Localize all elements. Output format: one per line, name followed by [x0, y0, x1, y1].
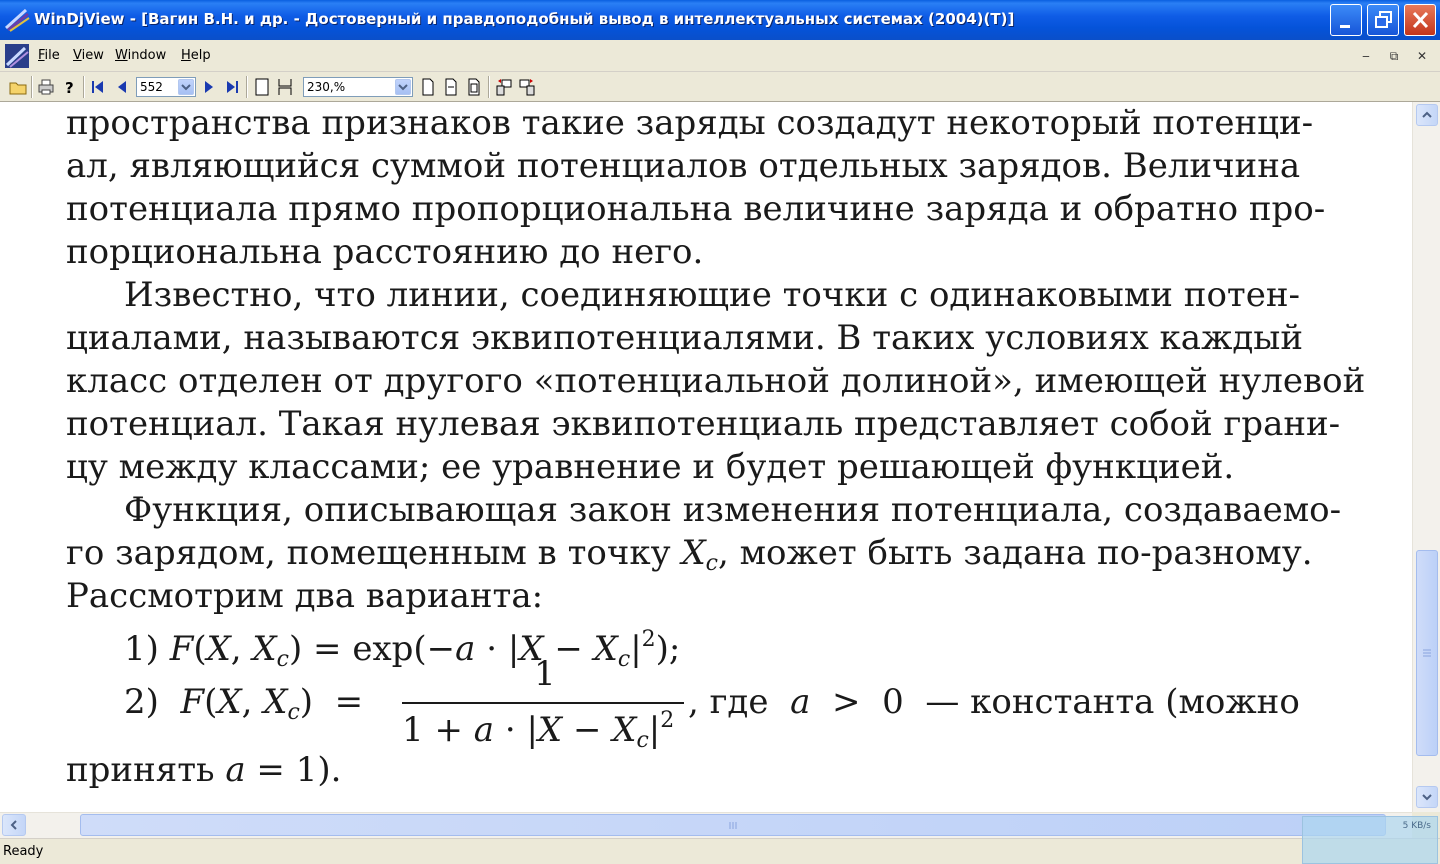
toolbar-separator	[83, 76, 85, 98]
rotate-right-icon	[519, 79, 535, 96]
title-bar: WinDjView - [Вагин В.Н. и др. - Достовер…	[0, 0, 1440, 40]
close-button[interactable]	[1404, 4, 1436, 36]
page-number-combo[interactable]: 552	[136, 77, 196, 97]
toolbar-separator	[31, 76, 33, 98]
toolbar-separator	[488, 76, 490, 98]
close-icon	[1412, 11, 1429, 29]
menu-file[interactable]: File	[38, 48, 60, 63]
rotate-left-icon	[496, 79, 512, 96]
formula-2-lhs: 2) F(X, Xc) =	[124, 682, 364, 725]
last-page-icon	[227, 81, 238, 93]
previous-page-icon	[118, 81, 126, 93]
horizontal-scroll-thumb[interactable]	[80, 814, 1386, 836]
text-line: порциональна расстоянию до него.	[66, 232, 704, 272]
fraction-numerator: 1	[534, 654, 556, 694]
first-page-button[interactable]	[88, 77, 108, 97]
page-content: пространства признаков такие заряды созд…	[66, 102, 1366, 672]
document-icon	[5, 44, 29, 68]
rotate-left-button[interactable]	[494, 77, 514, 97]
menu-bar: File View Window Help ‒ ⧉ ✕	[0, 40, 1440, 72]
open-file-button[interactable]	[8, 77, 28, 97]
windjview-app-icon	[4, 8, 30, 32]
mdi-minimize-icon[interactable]: ‒	[1358, 49, 1374, 63]
page-number-value: 552	[140, 80, 163, 94]
text-line: ал, являющийся суммой потенциалов отдель…	[66, 146, 1301, 186]
fit-page-button[interactable]	[464, 77, 484, 97]
menu-window[interactable]: Window	[115, 48, 166, 63]
page-icon	[422, 78, 434, 96]
actual-size-button[interactable]	[418, 77, 438, 97]
scroll-up-button[interactable]	[1416, 104, 1438, 126]
grip-icon	[729, 822, 737, 829]
text-line: пространства признаков такие заряды созд…	[66, 103, 1314, 143]
single-page-button[interactable]	[252, 77, 272, 97]
chevron-up-icon	[1422, 111, 1432, 118]
fraction-denominator: 1 + a · |X − Xc|2	[402, 708, 675, 753]
minimize-button[interactable]	[1330, 4, 1362, 36]
scroll-left-button[interactable]	[2, 814, 26, 836]
mdi-restore-icon[interactable]: ⧉	[1386, 49, 1402, 63]
chevron-down-icon[interactable]	[395, 79, 411, 95]
previous-page-button[interactable]	[112, 77, 132, 97]
horizontal-scrollbar[interactable]	[0, 812, 1412, 838]
next-page-icon	[205, 81, 213, 93]
next-page-button[interactable]	[199, 77, 219, 97]
formula-1: 1) F(X, Xc) = exp(−a · |X − Xc|2);	[124, 627, 681, 672]
zoom-combo[interactable]: 230,%	[303, 77, 413, 97]
fit-width-button[interactable]	[441, 77, 461, 97]
text-line: принять a = 1).	[66, 750, 342, 790]
continuous-pages-icon	[278, 79, 292, 95]
print-button[interactable]	[36, 77, 56, 97]
first-page-icon	[92, 81, 103, 93]
help-question-icon: ?	[65, 79, 74, 97]
help-button[interactable]: ?	[60, 77, 80, 97]
svg-text:?: ?	[65, 79, 74, 97]
single-page-icon	[255, 78, 269, 96]
restore-button[interactable]	[1367, 4, 1399, 36]
fraction-bar	[402, 702, 684, 704]
status-bar: Ready	[0, 838, 1440, 864]
last-page-button[interactable]	[222, 77, 242, 97]
vertical-scrollbar[interactable]	[1412, 102, 1440, 812]
grip-icon	[1423, 649, 1431, 657]
continuous-button[interactable]	[275, 77, 295, 97]
text-line: го зарядом, помещенным в точку Xc, может…	[66, 533, 1313, 576]
text-line: Функция, описывающая закон изменения пот…	[124, 490, 1342, 530]
text-line: Известно, что линии, соединяющие точки с…	[124, 275, 1300, 315]
text-line: цу между классами; ее уравнение и будет …	[66, 447, 1235, 487]
menu-help[interactable]: Help	[181, 48, 211, 63]
network-meter: 5 KB/s	[1302, 816, 1438, 864]
text-line: циалами, называются эквипотенциалями. В …	[66, 318, 1303, 358]
open-folder-icon	[9, 82, 27, 95]
mdi-close-icon[interactable]: ✕	[1414, 49, 1430, 63]
text-line: потенциала прямо пропорциональна величин…	[66, 189, 1326, 229]
vertical-scroll-thumb[interactable]	[1416, 550, 1438, 756]
text-line: класс отделен от другого «потенциальной …	[66, 361, 1366, 401]
menu-view[interactable]: View	[73, 48, 104, 63]
text-line: Рассмотрим два варианта:	[66, 576, 544, 616]
document-view[interactable]: пространства признаков такие заряды созд…	[0, 102, 1412, 812]
fit-page-icon	[468, 78, 480, 96]
rotate-right-button[interactable]	[517, 77, 537, 97]
chevron-left-icon	[10, 820, 17, 830]
printer-icon	[38, 79, 54, 95]
toolbar-separator	[246, 76, 248, 98]
scroll-down-button[interactable]	[1416, 786, 1438, 808]
text-line: потенциал. Такая нулевая эквипотенциаль …	[66, 404, 1341, 444]
zoom-value: 230,%	[307, 80, 346, 94]
formula-2-tail: , где a > 0 — константа (можно	[688, 682, 1300, 722]
status-text: Ready	[3, 844, 44, 859]
window-title: WinDjView - [Вагин В.Н. и др. - Достовер…	[34, 10, 1015, 28]
minimize-icon	[1340, 25, 1350, 28]
restore-icon	[1375, 11, 1392, 28]
chevron-down-icon	[1422, 794, 1432, 801]
chevron-down-icon[interactable]	[178, 79, 194, 95]
toolbar: ? 552 230,%	[0, 72, 1440, 102]
network-rate: 5 KB/s	[1402, 821, 1431, 831]
fit-width-icon	[445, 78, 457, 96]
